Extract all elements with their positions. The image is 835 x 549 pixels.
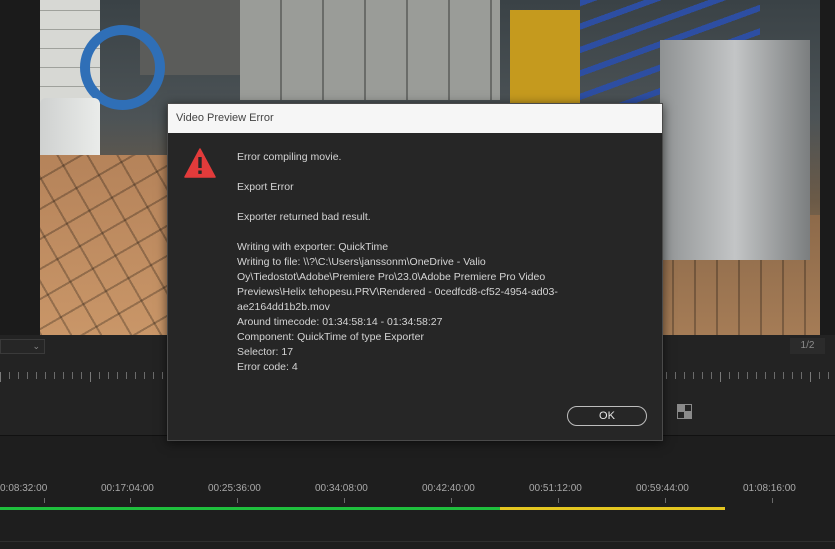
error-detail-line: Around timecode: 01:34:58:14 - 01:34:58:… bbox=[237, 316, 443, 328]
zoom-fit-dropdown[interactable]: ⌄ bbox=[0, 339, 45, 354]
render-bar-unrendered bbox=[500, 507, 725, 510]
timecode-label: 00:34:08:00 bbox=[315, 483, 368, 494]
warning-triangle-icon bbox=[184, 148, 216, 178]
error-heading: Error compiling movie. bbox=[237, 151, 342, 163]
timeline-panel: 0:08:32:00 00:17:04:00 00:25:36:00 00:34… bbox=[0, 435, 835, 549]
error-detail-line: Writing with exporter: QuickTime bbox=[237, 241, 389, 253]
error-message: Error compiling movie. Export Error Expo… bbox=[237, 150, 647, 375]
comparison-view-icon[interactable] bbox=[677, 404, 692, 419]
error-detail-line: Component: QuickTime of type Exporter bbox=[237, 331, 424, 343]
dialog-titlebar[interactable]: Video Preview Error bbox=[168, 104, 662, 133]
error-detail-line: Oy\Tiedostot\Adobe\Premiere Pro\23.0\Ado… bbox=[237, 271, 546, 283]
dialog-title: Video Preview Error bbox=[176, 112, 274, 124]
error-detail-line: Selector: 17 bbox=[237, 346, 294, 358]
track-divider bbox=[0, 541, 835, 542]
premiere-window: ⌄ 1/2 0:08:32:00 00:17:04:00 00:25:36:00… bbox=[0, 0, 835, 549]
timecode-label: 00:51:12:00 bbox=[529, 483, 582, 494]
timecode-label: 00:42:40:00 bbox=[422, 483, 475, 494]
error-detail-line: Writing to file: \\?\C:\Users\janssonm\O… bbox=[237, 256, 486, 268]
video-scene-steel-panel bbox=[660, 40, 810, 260]
timeline-tick bbox=[772, 498, 773, 503]
timecode-label: 00:17:04:00 bbox=[101, 483, 154, 494]
timeline-timecodes: 0:08:32:00 00:17:04:00 00:25:36:00 00:34… bbox=[0, 483, 835, 497]
timeline-tick bbox=[344, 498, 345, 503]
timecode-label: 00:59:44:00 bbox=[636, 483, 689, 494]
timecode-label: 01:08:16:00 bbox=[743, 483, 796, 494]
error-dialog: Video Preview Error Error compiling movi… bbox=[167, 103, 663, 441]
timeline-tick bbox=[130, 498, 131, 503]
render-bar-rendered bbox=[0, 507, 500, 510]
timecode-label: 00:25:36:00 bbox=[208, 483, 261, 494]
timeline-tick bbox=[558, 498, 559, 503]
error-detail-line: ae2164dd1b2b.mov bbox=[237, 301, 330, 313]
timeline-tick bbox=[665, 498, 666, 503]
error-detail-line: Previews\Helix tehopesu.PRV\Rendered - 0… bbox=[237, 286, 558, 298]
timeline-tick bbox=[451, 498, 452, 503]
timeline-tick bbox=[237, 498, 238, 503]
video-scene-doors bbox=[240, 0, 500, 100]
error-summary: Exporter returned bad result. bbox=[237, 211, 371, 223]
error-detail-line: Error code: 4 bbox=[237, 361, 298, 373]
resolution-select[interactable]: 1/2 bbox=[790, 338, 825, 354]
video-scene-cabinet bbox=[510, 10, 580, 105]
error-type: Export Error bbox=[237, 181, 294, 193]
ok-button[interactable]: OK bbox=[567, 406, 647, 426]
timeline-tick bbox=[44, 498, 45, 503]
timecode-label: 0:08:32:00 bbox=[0, 483, 48, 494]
chevron-down-icon: ⌄ bbox=[32, 341, 40, 351]
